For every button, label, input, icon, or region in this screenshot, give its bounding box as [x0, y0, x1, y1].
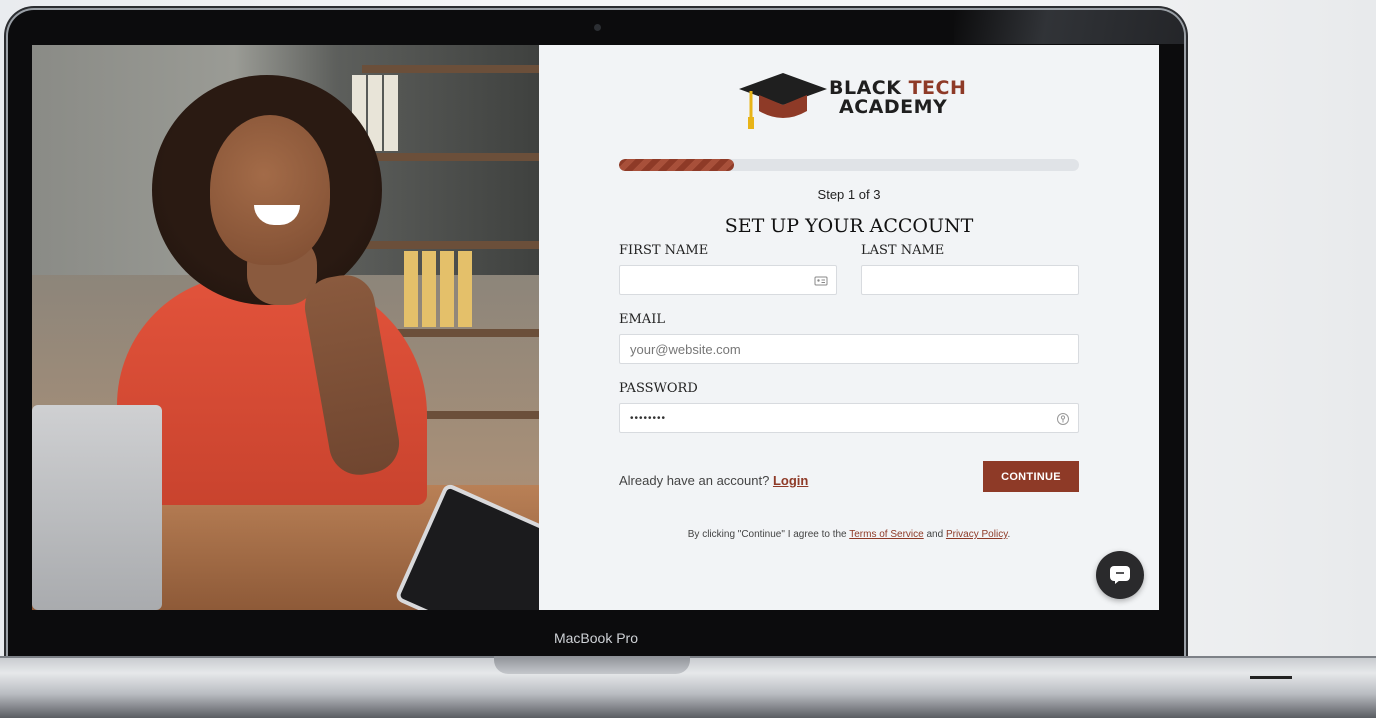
- camera-dot: [594, 24, 601, 31]
- signup-progress-fill: [619, 159, 734, 171]
- laptop-hinge-notch: [494, 656, 690, 674]
- photo-books: [404, 251, 418, 327]
- signup-progress-bar: [619, 159, 1079, 171]
- first-name-input[interactable]: [619, 265, 837, 295]
- form-title: SET UP YOUR ACCOUNT: [724, 215, 974, 237]
- signup-panel: BLACK TECH ACADEMY Step 1 of 3 SET UP YO…: [539, 45, 1159, 610]
- photo-shelf: [362, 153, 539, 161]
- brand-word-academy: ACADEMY: [839, 96, 948, 118]
- terms-and: and: [926, 529, 944, 540]
- photo-shelf: [362, 241, 539, 249]
- step-indicator: Step 1 of 3: [817, 187, 881, 202]
- terms-prefix: By clicking "Continue" I agree to the: [687, 529, 847, 540]
- device-label: MacBook Pro: [553, 630, 639, 646]
- terms-suffix: .: [1007, 529, 1011, 540]
- photo-shelf: [362, 65, 539, 73]
- last-name-label: LAST NAME: [861, 243, 945, 258]
- login-link[interactable]: Login: [773, 473, 808, 488]
- photo-books: [384, 75, 398, 151]
- login-prompt: Already have an account? Login: [619, 473, 808, 488]
- continue-button[interactable]: CONTINUE: [983, 461, 1079, 492]
- chat-widget-button[interactable]: [1096, 551, 1144, 599]
- chat-bubble-icon: [1110, 566, 1130, 584]
- laptop-side-slot: [1250, 676, 1292, 679]
- privacy-policy-link[interactable]: Privacy Policy: [946, 529, 1008, 540]
- email-placeholder: your@website.com: [630, 341, 741, 357]
- brand-logo[interactable]: BLACK TECH ACADEMY: [735, 69, 975, 139]
- photo-books: [422, 251, 436, 327]
- login-prompt-text: Already have an account?: [619, 473, 770, 488]
- laptop-screen: BLACK TECH ACADEMY Step 1 of 3 SET UP YO…: [32, 45, 1159, 610]
- contact-card-icon[interactable]: [814, 274, 828, 288]
- brand-wordmark: BLACK TECH ACADEMY: [829, 79, 966, 117]
- password-value: ••••••••: [630, 412, 667, 424]
- terms-of-service-link[interactable]: Terms of Service: [849, 529, 923, 540]
- terms-notice: By clicking "Continue" I agree to the Te…: [539, 529, 1159, 540]
- lid-reflection: [954, 10, 1184, 44]
- last-name-input[interactable]: [861, 265, 1079, 295]
- photo-person-face: [210, 115, 330, 265]
- password-input[interactable]: ••••••••: [619, 403, 1079, 433]
- photo-laptop: [32, 405, 162, 610]
- password-label: PASSWORD: [619, 381, 698, 396]
- photo-books: [458, 251, 472, 327]
- first-name-label: FIRST NAME: [619, 243, 709, 258]
- laptop-lid: BLACK TECH ACADEMY Step 1 of 3 SET UP YO…: [8, 10, 1184, 660]
- key-icon[interactable]: [1056, 412, 1070, 426]
- email-input[interactable]: your@website.com: [619, 334, 1079, 364]
- graduation-cap-icon: [739, 73, 827, 129]
- photo-books: [440, 251, 454, 327]
- email-label: EMAIL: [619, 312, 665, 327]
- hero-photo: [32, 45, 539, 610]
